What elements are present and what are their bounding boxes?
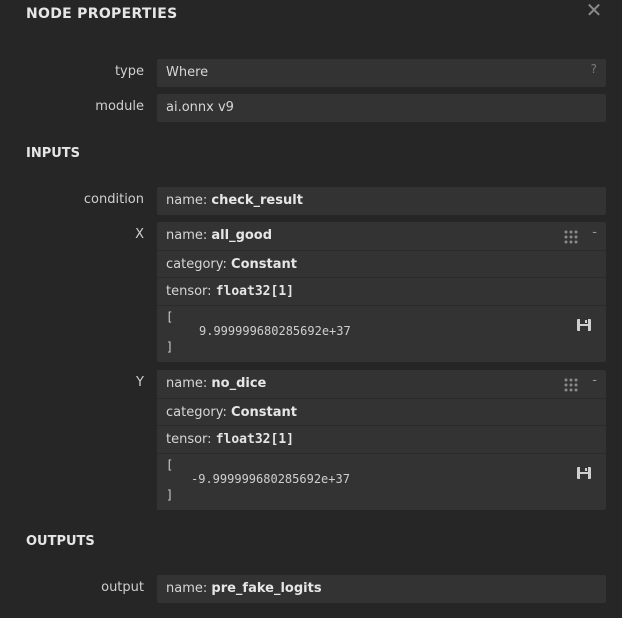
name-value: all_good [211,228,273,243]
name-value: check_result [211,193,303,208]
close-bracket: ] [166,488,174,502]
category-value: Constant [231,257,297,272]
condition-name: name: check_result [157,187,606,215]
x-field: name: all_good - category: Constant tens… [157,222,606,362]
name-key: name: [166,228,212,243]
outputs-heading: OUTPUTS [26,534,95,549]
name-value: pre_fake_logits [211,581,322,596]
help-icon[interactable]: ? [591,62,597,76]
close-icon[interactable]: ✕ [584,0,604,21]
inputs-heading: INPUTS [26,146,81,161]
collapse-toggle[interactable]: - [592,225,597,240]
name-key: name: [166,193,212,208]
module-field: ai.onnx v9 [157,94,606,122]
tensor-key: tensor: [166,432,216,447]
condition-field: name: check_result [157,187,606,215]
type-field: Where ? [157,59,606,87]
collapse-toggle[interactable]: - [592,373,597,388]
output-name: name: pre_fake_logits [157,575,606,603]
tensor-value: -9.999999680285692e+37 [191,472,350,486]
y-tensor-value: [ -9.999999680285692e+37 ] [157,453,606,509]
open-bracket: [ [166,310,174,324]
name-key: name: [166,581,212,596]
output-label: output [101,580,144,595]
tensor-type: float32[1] [215,432,294,447]
name-key: name: [166,376,212,391]
module-label: module [95,99,144,114]
save-icon[interactable] [576,466,592,480]
y-label: Y [136,375,144,390]
y-category: category: Constant [157,398,606,425]
x-name: name: all_good [157,222,606,250]
category-value: Constant [231,405,297,420]
name-value: no_dice [211,376,267,391]
y-field: name: no_dice - category: Constant tenso… [157,370,606,510]
tensor-value: 9.999999680285692e+37 [199,324,351,338]
type-value: Where [166,65,209,80]
y-tensor: tensor: float32[1] [157,425,606,453]
close-bracket: ] [166,340,174,354]
output-field: name: pre_fake_logits [157,575,606,603]
panel-title: NODE PROPERTIES [26,6,178,22]
condition-label: condition [83,192,144,207]
category-key: category: [166,257,232,272]
tensor-type: float32[1] [215,284,294,299]
grid-dots-icon[interactable] [564,378,578,392]
tensor-key: tensor: [166,284,216,299]
y-name: name: no_dice [157,370,606,398]
grid-dots-icon[interactable] [564,230,578,244]
x-label: X [135,227,144,242]
x-category: category: Constant [157,250,606,277]
x-tensor-value: [ 9.999999680285692e+37 ] [157,305,606,361]
open-bracket: [ [166,458,174,472]
category-key: category: [166,405,232,420]
save-icon[interactable] [576,318,592,332]
x-tensor: tensor: float32[1] [157,277,606,305]
module-value: ai.onnx v9 [166,100,234,115]
type-label: type [114,64,144,79]
